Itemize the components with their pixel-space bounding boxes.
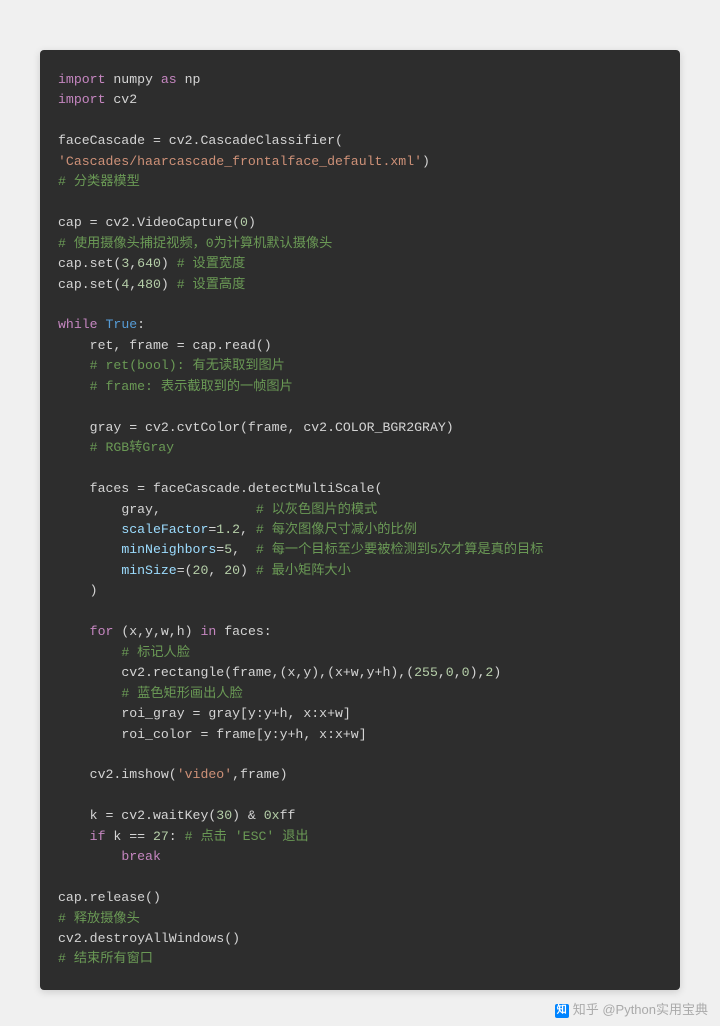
code-line: for (x,y,w,h) in faces:	[58, 622, 662, 642]
code-line: # 标记人脸	[58, 643, 662, 663]
code-line: faces = faceCascade.detectMultiScale(	[58, 479, 662, 499]
code-line: faceCascade = cv2.CascadeClassifier(	[58, 131, 662, 151]
code-line: # RGB转Gray	[58, 438, 662, 458]
code-line: )	[58, 581, 662, 601]
code-line: # frame: 表示截取到的一帧图片	[58, 377, 662, 397]
code-line: cv2.rectangle(frame,(x,y),(x+w,y+h),(255…	[58, 663, 662, 683]
watermark: 知知乎 @Python实用宝典	[555, 999, 708, 1018]
code-line: # 分类器模型	[58, 172, 662, 192]
code-line: cap.release()	[58, 888, 662, 908]
code-line: minNeighbors=5, # 每一个目标至少要被检测到5次才算是真的目标	[58, 540, 662, 560]
watermark-source: 知乎	[573, 1002, 599, 1017]
code-line: break	[58, 847, 662, 867]
code-line: gray = cv2.cvtColor(frame, cv2.COLOR_BGR…	[58, 418, 662, 438]
code-block: import numpy as np import cv2 faceCascad…	[40, 50, 680, 990]
code-line: while True:	[58, 315, 662, 335]
code-line	[58, 459, 662, 479]
code-line: # ret(bool): 有无读取到图片	[58, 356, 662, 376]
code-line	[58, 868, 662, 888]
code-line: cap = cv2.VideoCapture(0)	[58, 213, 662, 233]
code-line: minSize=(20, 20) # 最小矩阵大小	[58, 561, 662, 581]
code-line: cap.set(3,640) # 设置宽度	[58, 254, 662, 274]
code-line	[58, 745, 662, 765]
code-line: ret, frame = cap.read()	[58, 336, 662, 356]
code-line: cap.set(4,480) # 设置高度	[58, 275, 662, 295]
code-line: # 结束所有窗口	[58, 949, 662, 969]
code-line	[58, 397, 662, 417]
code-line: # 蓝色矩形画出人脸	[58, 684, 662, 704]
code-line: roi_gray = gray[y:y+h, x:x+w]	[58, 704, 662, 724]
code-line: import cv2	[58, 90, 662, 110]
watermark-author: @Python实用宝典	[602, 1002, 708, 1017]
code-line: cv2.imshow('video',frame)	[58, 765, 662, 785]
code-line: k = cv2.waitKey(30) & 0xff	[58, 806, 662, 826]
code-line: # 释放摄像头	[58, 909, 662, 929]
code-line: 'Cascades/haarcascade_frontalface_defaul…	[58, 152, 662, 172]
code-line: # 使用摄像头捕捉视频，0为计算机默认摄像头	[58, 234, 662, 254]
code-line	[58, 786, 662, 806]
code-line: roi_color = frame[y:y+h, x:x+w]	[58, 725, 662, 745]
zhihu-logo-icon: 知	[555, 1004, 569, 1018]
code-line: gray, # 以灰色图片的模式	[58, 500, 662, 520]
code-line	[58, 295, 662, 315]
code-line	[58, 193, 662, 213]
code-line: import numpy as np	[58, 70, 662, 90]
code-line: if k == 27: # 点击 'ESC' 退出	[58, 827, 662, 847]
code-line	[58, 602, 662, 622]
code-line	[58, 111, 662, 131]
code-line: cv2.destroyAllWindows()	[58, 929, 662, 949]
code-line: scaleFactor=1.2, # 每次图像尺寸减小的比例	[58, 520, 662, 540]
